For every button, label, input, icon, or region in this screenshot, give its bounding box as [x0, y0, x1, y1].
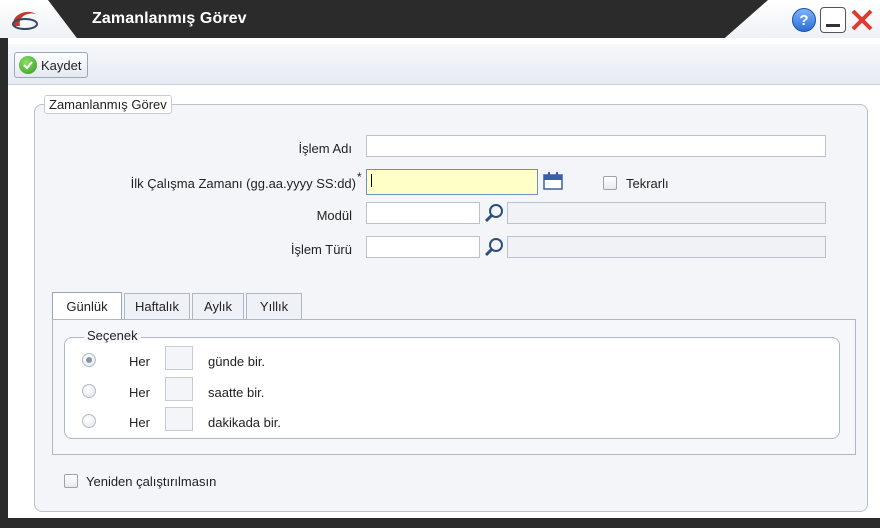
radio-hourly[interactable]: [82, 384, 96, 398]
calendar-icon[interactable]: [543, 172, 563, 190]
window-title: Zamanlanmış Görev: [92, 10, 247, 27]
islem-adi-label: İşlem Adı: [298, 141, 352, 156]
minimize-icon[interactable]: [820, 7, 846, 33]
option-prefix: Her: [129, 385, 150, 400]
tab-gunluk[interactable]: Günlük: [52, 292, 122, 319]
minutely-interval-input[interactable]: [165, 407, 193, 431]
option-prefix: Her: [129, 415, 150, 430]
window-left-border: [0, 38, 8, 528]
save-button-label: Kaydet: [41, 57, 82, 73]
scheduled-task-window: Zamanlanmış Görev ? Kaydet Zamanlanmış G…: [0, 0, 880, 528]
islem-turu-name-field: [507, 236, 826, 258]
tab-yillik[interactable]: Yıllık: [246, 293, 302, 319]
islem-turu-search-icon[interactable]: [483, 236, 505, 258]
option-suffix: saatte bir.: [208, 385, 265, 400]
option-prefix: Her: [129, 354, 150, 369]
required-mark: *: [357, 170, 362, 184]
modul-code-input[interactable]: [366, 202, 480, 224]
ilk-calisma-label: İlk Çalışma Zamanı (gg.aa.yyyy SS:dd): [130, 176, 356, 191]
tekrarli-label: Tekrarlı: [626, 176, 669, 191]
close-icon[interactable]: [850, 8, 874, 32]
islem-turu-code-input[interactable]: [366, 236, 480, 258]
window-bottom-border: [0, 518, 880, 528]
save-button[interactable]: Kaydet: [14, 52, 89, 78]
option-suffix: dakikada bir.: [208, 415, 281, 430]
daily-interval-input[interactable]: [165, 346, 193, 370]
fieldset-legend: Zamanlanmış Görev: [44, 95, 172, 114]
app-logo-icon: [12, 11, 38, 30]
text-caret: [371, 174, 372, 187]
no-rerun-label: Yeniden çalıştırılmasın: [86, 474, 217, 489]
hourly-interval-input[interactable]: [165, 377, 193, 401]
islem-adi-input[interactable]: [366, 135, 826, 157]
modul-name-field: [507, 202, 826, 224]
tab-haftalik[interactable]: Haftalık: [124, 293, 190, 319]
ilk-calisma-input[interactable]: [366, 169, 538, 195]
modul-search-icon[interactable]: [483, 202, 505, 224]
option-suffix: günde bir.: [208, 354, 266, 369]
radio-minutely[interactable]: [82, 414, 96, 428]
no-rerun-checkbox[interactable]: [64, 474, 78, 488]
radio-daily[interactable]: [82, 353, 96, 367]
tekrarli-checkbox[interactable]: [603, 176, 617, 190]
secenek-legend: Seçenek: [84, 328, 141, 343]
islem-turu-label: İşlem Türü: [290, 242, 352, 257]
toolbar: [8, 44, 880, 85]
modul-label: Modül: [316, 208, 352, 223]
check-icon: [19, 56, 37, 74]
title-bar: Zamanlanmış Görev ?: [0, 0, 880, 38]
help-icon[interactable]: ?: [792, 8, 816, 32]
tab-aylik[interactable]: Aylık: [192, 293, 244, 319]
window-controls: ?: [792, 7, 874, 33]
